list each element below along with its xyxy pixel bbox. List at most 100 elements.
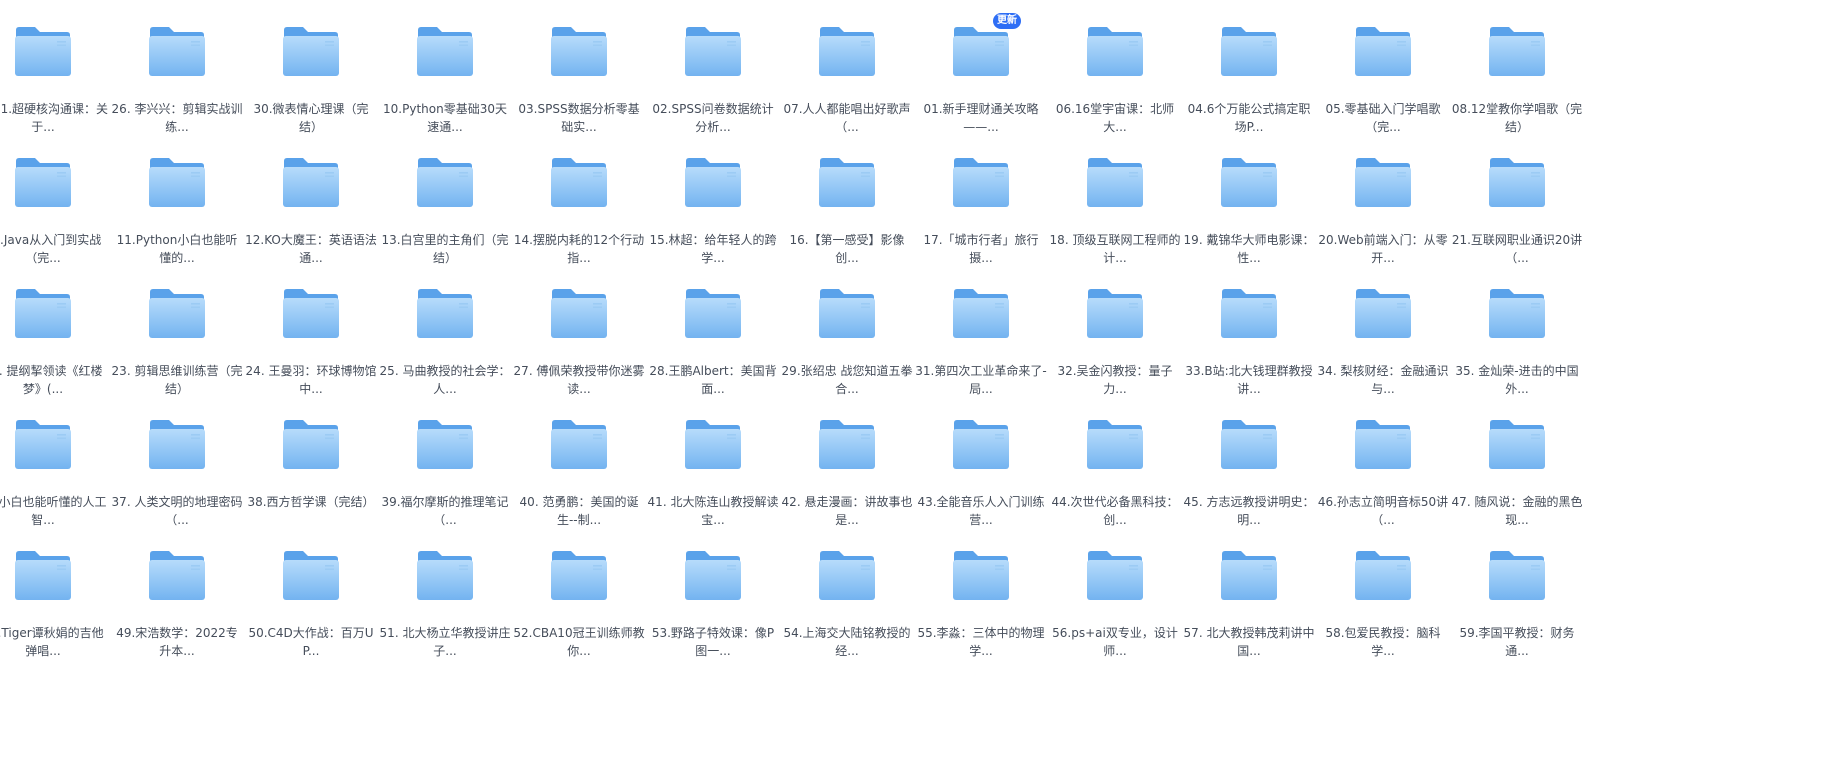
folder-icon	[281, 155, 341, 209]
folder-item[interactable]: 28.王鹏Albert：美国背面...	[643, 262, 783, 396]
folder-icon	[1085, 155, 1145, 209]
folder-item[interactable]: 35. 金灿荣-进击的中国外...	[1447, 262, 1587, 396]
folder-icon	[1219, 417, 1279, 471]
folder-item[interactable]: 57. 北大教授韩茂莉讲中国...	[1179, 524, 1319, 658]
folder-item[interactable]: 07.人人都能唱出好歌声（...	[777, 0, 917, 134]
folder-item[interactable]: 03.SPSS数据分析零基础实...	[509, 0, 649, 134]
folder-item[interactable]: a101.超硬核沟通课：关于...	[0, 0, 113, 134]
folder-icon	[1219, 24, 1279, 78]
folder-icon	[1085, 548, 1145, 602]
folder-item[interactable]: 04.6个万能公式搞定职场P...	[1179, 0, 1319, 134]
folder-item[interactable]: 24. 王曼羽：环球博物馆中...	[241, 262, 381, 396]
folder-icon	[415, 155, 475, 209]
folder-item[interactable]: 31.第四次工业革命来了-局...	[911, 262, 1051, 396]
folder-item[interactable]: 09.Java从入门到实战（完...	[0, 131, 113, 265]
folder-item[interactable]: 10.Python零基础30天速通...	[375, 0, 515, 134]
folder-item[interactable]: 42. 悬走漫画：讲故事也是...	[777, 393, 917, 527]
folder-item[interactable]: 27. 傅佩荣教授带你迷雾读...	[509, 262, 649, 396]
folder-item[interactable]: 50.C4D大作战：百万UP...	[241, 524, 381, 658]
folder-item[interactable]: 56.ps+ai双专业，设计师...	[1045, 524, 1185, 658]
folder-icon	[13, 155, 73, 209]
folder-item[interactable]: 34. 梨核财经：金融通识与...	[1313, 262, 1453, 396]
folder-item[interactable]: 14.摆脱内耗的12个行动指...	[509, 131, 649, 265]
folder-icon	[13, 24, 73, 78]
folder-item[interactable]: 38.西方哲学课（完结）	[241, 393, 381, 513]
folder-item[interactable]: 15.林超：给年轻人的跨学...	[643, 131, 783, 265]
folder-icon	[1353, 548, 1413, 602]
folder-label: 49.宋浩数学：2022专升本...	[116, 626, 238, 658]
folder-item[interactable]: 59.李国平教授：财务通...	[1447, 524, 1587, 658]
folder-item[interactable]: 13.白宫里的主角们（完结）	[375, 131, 515, 265]
folder-item[interactable]: 44.次世代必备黑科技：创...	[1045, 393, 1185, 527]
folder-item[interactable]: 11.Python小白也能听懂的...	[107, 131, 247, 265]
folder-item[interactable]: 58.包爱民教授：脑科学...	[1313, 524, 1453, 658]
folder-item[interactable]: 46.孙志立简明音标50讲（...	[1313, 393, 1453, 527]
folder-label: 48.Tiger谭秋娟的吉他弹唱...	[0, 626, 104, 658]
folder-icon	[1353, 24, 1413, 78]
folder-item[interactable]: 52.CBA10冠王训练师教你...	[509, 524, 649, 658]
folder-icon	[683, 286, 743, 340]
folder-item[interactable]: 06.16堂宇宙课：北师大...	[1045, 0, 1185, 134]
folder-icon	[1353, 286, 1413, 340]
folder-icon	[1487, 24, 1547, 78]
folder-icon	[549, 417, 609, 471]
folder-icon	[1487, 548, 1547, 602]
folder-item[interactable]: 39.福尔摩斯的推理笔记（...	[375, 393, 515, 527]
folder-item[interactable]: 16.【第一感受】影像创...	[777, 131, 917, 265]
folder-icon	[1085, 24, 1145, 78]
folder-item[interactable]: 08.12堂教你学唱歌（完结）	[1447, 0, 1587, 134]
folder-item[interactable]: 12.KO大魔王：英语语法通...	[241, 131, 381, 265]
folder-label: 51. 北大杨立华教授讲庄子...	[379, 626, 511, 658]
folder-icon	[817, 155, 877, 209]
folder-item[interactable]: 49.宋浩数学：2022专升本...	[107, 524, 247, 658]
folder-label: 50.C4D大作战：百万UP...	[248, 626, 374, 658]
folder-item[interactable]: 51. 北大杨立华教授讲庄子...	[375, 524, 515, 658]
folder-item[interactable]: 33.B站:北大钱理群教授讲...	[1179, 262, 1319, 396]
folder-icon	[147, 24, 207, 78]
folder-item[interactable]: 20.Web前端入门：从零开...	[1313, 131, 1453, 265]
folder-icon	[415, 417, 475, 471]
folder-icon	[13, 548, 73, 602]
folder-item[interactable]: 22. 提纲挈领读《红楼梦》(...	[0, 262, 113, 396]
folder-icon	[1487, 417, 1547, 471]
folder-icon	[951, 24, 1011, 78]
folder-icon	[683, 155, 743, 209]
folder-icon	[281, 24, 341, 78]
folder-icon	[1219, 286, 1279, 340]
folder-item[interactable]: 54.上海交大陆铭教授的经...	[777, 524, 917, 658]
folder-icon	[147, 286, 207, 340]
update-badge: 更新	[993, 13, 1021, 29]
folder-item[interactable]: 26. 李兴兴：剪辑实战训练...	[107, 0, 247, 134]
folder-item[interactable]: 37. 人类文明的地理密码（...	[107, 393, 247, 527]
folder-item[interactable]: 02.SPSS问卷数据统计分析...	[643, 0, 783, 134]
folder-item[interactable]: 53.野路子特效课：像P图一...	[643, 524, 783, 658]
folder-item[interactable]: 19. 戴锦华大师电影课：性...	[1179, 131, 1319, 265]
folder-item[interactable]: 05.零基础入门学唱歌（完...	[1313, 0, 1453, 134]
folder-item[interactable]: 更新 01.新手理财通关攻略——...	[911, 0, 1051, 134]
folder-icon	[817, 24, 877, 78]
folder-item[interactable]: 55.李淼：三体中的物理学...	[911, 524, 1051, 658]
folder-item[interactable]: 23. 剪辑思维训练营（完结）	[107, 262, 247, 396]
folder-item[interactable]: 43.全能音乐人入门训练营...	[911, 393, 1051, 527]
folder-icon	[1085, 417, 1145, 471]
folder-item[interactable]: 18. 顶级互联网工程师的计...	[1045, 131, 1185, 265]
folder-item[interactable]: 25. 马曲教授的社会学：人...	[375, 262, 515, 396]
folder-item[interactable]: 29.张绍忠 战您知道五拳合...	[777, 262, 917, 396]
folder-icon	[817, 548, 877, 602]
folder-item[interactable]: 21.互联网职业通识20讲（...	[1447, 131, 1587, 265]
folder-icon	[817, 286, 877, 340]
folder-icon	[549, 286, 609, 340]
folder-label: 52.CBA10冠王训练师教你...	[513, 626, 645, 658]
folder-icon	[147, 417, 207, 471]
folder-icon	[281, 417, 341, 471]
folder-item[interactable]: 17.「城市行者」旅行摄...	[911, 131, 1051, 265]
folder-item[interactable]: 32.吴金闪教授：量子力...	[1045, 262, 1185, 396]
folder-item[interactable]: 48.Tiger谭秋娟的吉他弹唱...	[0, 524, 113, 658]
folder-item[interactable]: 47. 随风说：金融的黑色现...	[1447, 393, 1587, 527]
folder-item[interactable]: 45. 方志远教授讲明史：明...	[1179, 393, 1319, 527]
folder-grid: a101.超硬核沟通课：关于... 26. 李兴兴：剪辑实战训练... 30.微…	[0, 0, 1832, 766]
folder-item[interactable]: 36.小白也能听懂的人工智...	[0, 393, 113, 527]
folder-item[interactable]: 41. 北大陈连山教授解读宝...	[643, 393, 783, 527]
folder-item[interactable]: 40. 范勇鹏：美国的诞生--制...	[509, 393, 649, 527]
folder-item[interactable]: 30.微表情心理课（完结）	[241, 0, 381, 134]
